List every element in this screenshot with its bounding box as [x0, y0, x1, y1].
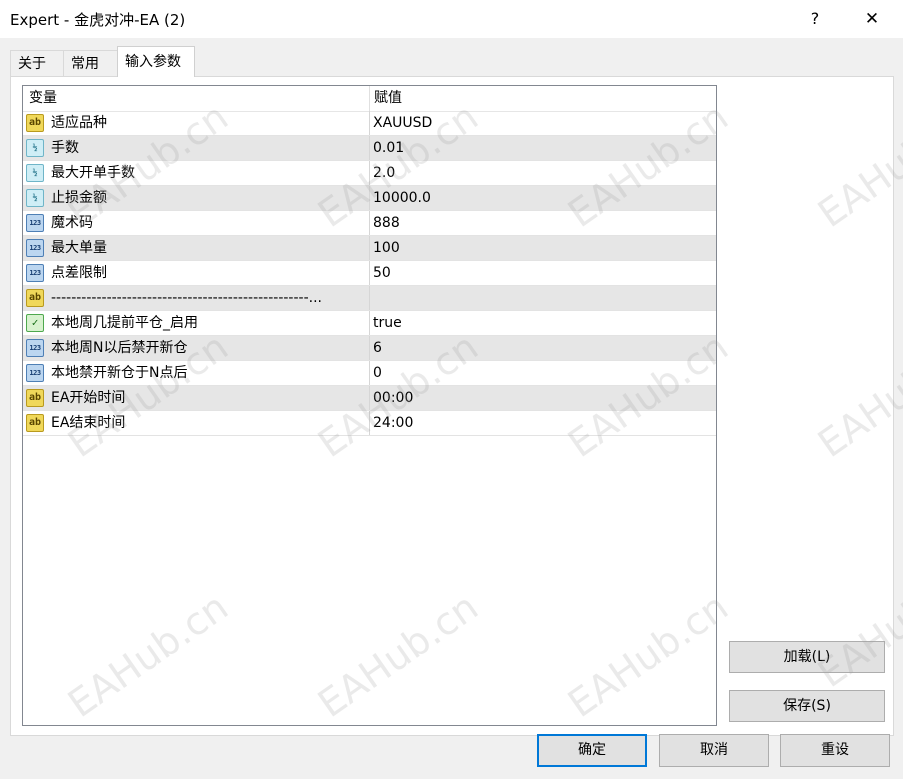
parameter-row[interactable]: ab 适应品种 XAUUSD — [23, 111, 716, 136]
tab-about[interactable]: 关于 — [10, 50, 64, 76]
parameter-value[interactable]: 0.01 — [373, 136, 404, 160]
cell-divider — [369, 161, 370, 185]
parameter-name: 最大单量 — [51, 240, 107, 256]
save-button[interactable]: 保存(S) — [729, 690, 885, 722]
parameter-name: 本地周几提前平仓_启用 — [51, 315, 198, 331]
parameter-name: 本地周N以后禁开新仓 — [51, 340, 188, 356]
column-header-variable[interactable]: 变量 — [29, 86, 57, 111]
integer-type-icon: 123 — [26, 239, 44, 257]
load-button[interactable]: 加载(L) — [729, 641, 885, 673]
cell-divider — [369, 236, 370, 260]
parameter-value[interactable]: 6 — [373, 336, 382, 360]
parameter-name: 本地禁开新仓于N点后 — [51, 365, 188, 381]
ok-button[interactable]: 确定 — [537, 734, 647, 767]
double-type-icon: ½ — [26, 139, 44, 157]
double-type-icon: ½ — [26, 164, 44, 182]
tab-common[interactable]: 常用 — [63, 50, 118, 76]
cell-divider — [369, 286, 370, 310]
parameter-name: EA结束时间 — [51, 415, 126, 431]
parameter-value[interactable]: XAUUSD — [373, 111, 432, 135]
integer-type-icon: 123 — [26, 339, 44, 357]
column-divider[interactable] — [369, 86, 370, 111]
parameter-row[interactable]: 123 本地周N以后禁开新仓 6 — [23, 336, 716, 361]
reset-button[interactable]: 重设 — [780, 734, 890, 767]
parameter-value[interactable]: 0 — [373, 361, 382, 385]
parameter-row[interactable]: ½ 止损金额 10000.0 — [23, 186, 716, 211]
window-title: Expert - 金虎对冲-EA (2) — [10, 11, 186, 29]
string-type-icon: ab — [26, 389, 44, 407]
parameter-row[interactable]: ab --------------------------------------… — [23, 286, 716, 311]
parameter-row[interactable]: ½ 最大开单手数 2.0 — [23, 161, 716, 186]
cell-divider — [369, 186, 370, 210]
parameter-value[interactable]: 24:00 — [373, 411, 413, 435]
tab-inputs[interactable]: 输入参数 — [117, 46, 195, 77]
cell-divider — [369, 336, 370, 360]
string-type-icon: ab — [26, 289, 44, 307]
integer-type-icon: 123 — [26, 214, 44, 232]
parameter-value[interactable]: 888 — [373, 211, 400, 235]
close-button[interactable]: ✕ — [857, 4, 887, 34]
parameter-name: 魔术码 — [51, 215, 93, 231]
parameter-name: 手数 — [51, 140, 79, 156]
cell-divider — [369, 211, 370, 235]
parameter-name: 止损金额 — [51, 190, 107, 206]
cell-divider — [369, 261, 370, 285]
parameter-value[interactable]: 50 — [373, 261, 391, 285]
parameter-value[interactable]: true — [373, 311, 402, 335]
parameter-name: 点差限制 — [51, 265, 107, 281]
parameter-name: 最大开单手数 — [51, 165, 135, 181]
parameter-value[interactable]: 100 — [373, 236, 400, 260]
grid-header: 变量 赋值 — [23, 86, 716, 112]
string-type-icon: ab — [26, 414, 44, 432]
parameter-name: ----------------------------------------… — [51, 290, 322, 306]
parameter-row[interactable]: 123 点差限制 50 — [23, 261, 716, 286]
parameter-name: EA开始时间 — [51, 390, 126, 406]
parameter-row[interactable]: ab EA结束时间 24:00 — [23, 411, 716, 436]
parameter-row[interactable]: ab EA开始时间 00:00 — [23, 386, 716, 411]
parameter-value[interactable]: 00:00 — [373, 386, 413, 410]
double-type-icon: ½ — [26, 189, 44, 207]
parameter-row[interactable]: 123 最大单量 100 — [23, 236, 716, 261]
integer-type-icon: 123 — [26, 364, 44, 382]
input-parameters-grid[interactable]: 变量 赋值 ab 适应品种 XAUUSD ½ 手数 0.01 ½ 最大开单手数 2.0 ½ 止损金额… — [22, 85, 717, 726]
string-type-icon: ab — [26, 114, 44, 132]
cell-divider — [369, 136, 370, 160]
boolean-type-icon: ✓ — [26, 314, 44, 332]
cancel-button[interactable]: 取消 — [659, 734, 769, 767]
parameter-row[interactable]: 123 魔术码 888 — [23, 211, 716, 236]
help-button[interactable]: ? — [800, 4, 830, 34]
parameter-value[interactable]: 2.0 — [373, 161, 395, 185]
parameter-name: 适应品种 — [51, 115, 107, 131]
cell-divider — [369, 111, 370, 135]
parameter-row[interactable]: ½ 手数 0.01 — [23, 136, 716, 161]
parameter-value[interactable]: 10000.0 — [373, 186, 431, 210]
column-header-value[interactable]: 赋值 — [374, 86, 402, 111]
cell-divider — [369, 386, 370, 410]
cell-divider — [369, 411, 370, 435]
integer-type-icon: 123 — [26, 264, 44, 282]
parameter-row[interactable]: ✓ 本地周几提前平仓_启用 true — [23, 311, 716, 336]
cell-divider — [369, 361, 370, 385]
parameter-row[interactable]: 123 本地禁开新仓于N点后 0 — [23, 361, 716, 386]
cell-divider — [369, 311, 370, 335]
title-bar: Expert - 金虎对冲-EA (2) ? ✕ — [0, 0, 903, 38]
